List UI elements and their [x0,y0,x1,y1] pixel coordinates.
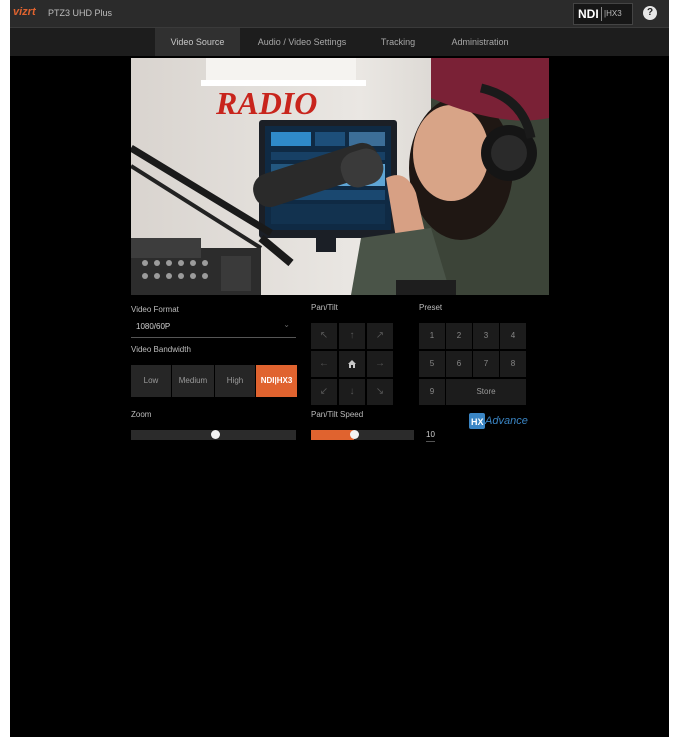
preset-8-button[interactable]: 8 [500,351,526,377]
ndi-hx-suffix: |HX3 [604,9,622,18]
zoom-slider[interactable] [131,430,296,440]
preset-2-button[interactable]: 2 [446,323,472,349]
pan-tilt-up-right-button[interactable]: ↗ [367,323,393,349]
preset-9-button[interactable]: 9 [419,379,445,405]
model-name: PTZ3 UHD Plus [48,8,113,18]
video-format-select[interactable]: 1080/60P ⌄ [131,316,296,338]
ndi-logo-text: NDI [578,7,599,21]
zoom-label: Zoom [131,410,152,419]
tab-administration[interactable]: Administration [438,28,522,56]
chevron-down-icon: ⌄ [283,320,290,329]
zoom-slider-handle[interactable] [210,430,220,439]
pan-tilt-up-left-button[interactable]: ↖ [311,323,337,349]
top-bar: vizrt PTZ3 UHD Plus NDI |HX3 ? [10,0,669,28]
app-frame: vizrt PTZ3 UHD Plus NDI |HX3 ? Video Sou… [10,0,669,737]
tab-bar: Video Source Audio / Video Settings Trac… [10,28,669,56]
pan-tilt-left-button[interactable]: ← [311,351,337,377]
ndi-hx3-badge: NDI |HX3 [573,3,633,25]
pan-tilt-down-right-button[interactable]: ↘ [367,379,393,405]
preset-6-button[interactable]: 6 [446,351,472,377]
bandwidth-ndi-hx3-button[interactable]: NDI|HX3 [256,365,297,397]
radio-sign-text: RADIO [215,85,317,121]
tab-audio-video-settings[interactable]: Audio / Video Settings [246,28,358,56]
preset-7-button[interactable]: 7 [473,351,499,377]
tab-tracking[interactable]: Tracking [366,28,430,56]
bandwidth-medium-button[interactable]: Medium [172,365,214,397]
pan-tilt-speed-fill [311,430,355,440]
bandwidth-low-button[interactable]: Low [131,365,171,397]
preset-label: Preset [419,303,443,312]
preset-4-button[interactable]: 4 [500,323,526,349]
pan-tilt-right-button[interactable]: → [367,351,393,377]
video-format-label: Video Format [131,305,179,314]
camera-preview-image: RADIO [131,58,549,295]
video-bandwidth-label: Video Bandwidth [131,345,191,354]
tab-video-source[interactable]: Video Source [155,28,240,56]
home-icon [348,360,356,368]
hx-logo-mark: HX [471,417,484,427]
preset-3-button[interactable]: 3 [473,323,499,349]
hx-logo-icon: HX [469,413,485,429]
pan-tilt-down-left-button[interactable]: ↙ [311,379,337,405]
preset-store-button[interactable]: Store [446,379,526,405]
vizrt-logo: vizrt [13,6,36,18]
pan-tilt-up-button[interactable]: ↑ [339,323,365,349]
pan-tilt-speed-handle[interactable] [350,430,360,439]
preset-1-button[interactable]: 1 [419,323,445,349]
video-format-value: 1080/60P [136,322,171,331]
help-icon[interactable]: ? [643,6,657,20]
pan-tilt-down-button[interactable]: ↓ [339,379,365,405]
bandwidth-high-button[interactable]: High [215,365,255,397]
pan-tilt-speed-value[interactable]: 10 [426,430,435,442]
pan-tilt-speed-label: Pan/Tilt Speed [311,410,364,419]
camera-preview: RADIO [131,58,549,295]
preset-5-button[interactable]: 5 [419,351,445,377]
pan-tilt-home-button[interactable] [339,351,365,377]
ndi-divider [601,7,602,21]
hx-advance-logo-text: Advance [485,415,528,427]
pan-tilt-label: Pan/Tilt [311,303,338,312]
pan-tilt-speed-slider[interactable] [311,430,414,440]
